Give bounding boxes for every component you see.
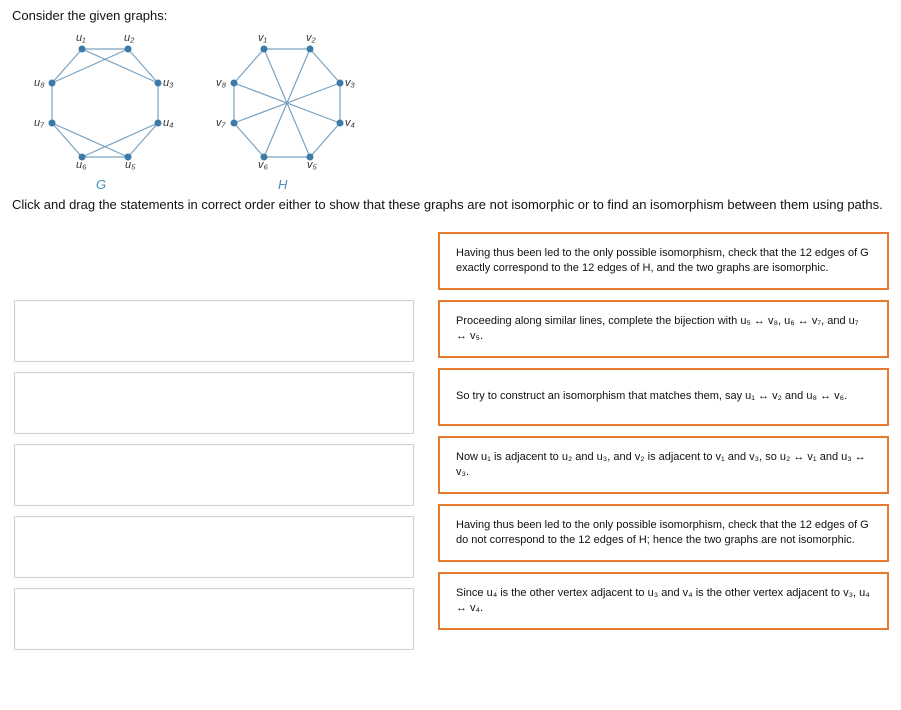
vlabel: u₃ [163,77,173,89]
statement-card[interactable]: Having thus been led to the only possibl… [438,232,889,290]
drop-slot[interactable] [14,588,414,650]
drop-slot[interactable] [14,516,414,578]
vlabel: v₇ [216,117,225,129]
vlabel: u₅ [125,159,136,171]
vlabel: u₈ [34,77,45,89]
vlabel: v₆ [258,159,268,171]
statements-column: Having thus been led to the only possibl… [438,232,889,650]
graph-g: u₁ u₂ u₃ u₄ u₅ u₆ u₇ u₈ G [30,31,180,186]
vlabel: v₁ [258,32,267,44]
vlabel: v₈ [216,77,226,89]
statement-card[interactable]: Now u₁ is adjacent to u₂ and u₃, and v₂ … [438,436,889,494]
question-header: Consider the given graphs: [12,8,889,23]
vlabel: u₆ [76,159,87,171]
statement-text: Having thus been led to the only possibl… [456,518,871,548]
instruction-text: Click and drag the statements in correct… [12,196,889,214]
vlabel: v₂ [306,32,316,44]
vlabel: u₂ [124,32,134,44]
statement-text: Proceeding along similar lines, complete… [456,314,871,344]
statement-text: Now u₁ is adjacent to u₂ and u₃, and v₂ … [456,450,871,480]
drop-slot[interactable] [14,444,414,506]
drag-area: Having thus been led to the only possibl… [12,232,889,650]
statement-text: Having thus been led to the only possibl… [456,246,871,276]
statement-card[interactable]: So try to construct an isomorphism that … [438,368,889,426]
graph-h: v₁ v₂ v₃ v₄ v₅ v₆ v₇ v₈ H [212,31,362,186]
graphs-row: u₁ u₂ u₃ u₄ u₅ u₆ u₇ u₈ G [12,31,889,186]
drop-slots-column [14,232,414,650]
vlabel: v₄ [345,117,355,129]
graph-h-svg [212,31,362,176]
vlabel: v₅ [307,159,317,171]
statement-text: So try to construct an isomorphism that … [456,389,871,404]
vlabel: v₃ [345,77,355,89]
drop-slot[interactable] [14,300,414,362]
vlabel: u₁ [76,32,86,44]
statement-card[interactable]: Having thus been led to the only possibl… [438,504,889,562]
statement-card[interactable]: Since u₄ is the other vertex adjacent to… [438,572,889,630]
drop-slot[interactable] [14,372,414,434]
statement-text: Since u₄ is the other vertex adjacent to… [456,586,871,616]
graph-g-label: G [96,177,106,192]
vlabel: u₄ [163,117,174,129]
vlabel: u₇ [34,117,44,129]
graph-h-label: H [278,177,287,192]
graph-g-svg [30,31,180,176]
statement-card[interactable]: Proceeding along similar lines, complete… [438,300,889,358]
